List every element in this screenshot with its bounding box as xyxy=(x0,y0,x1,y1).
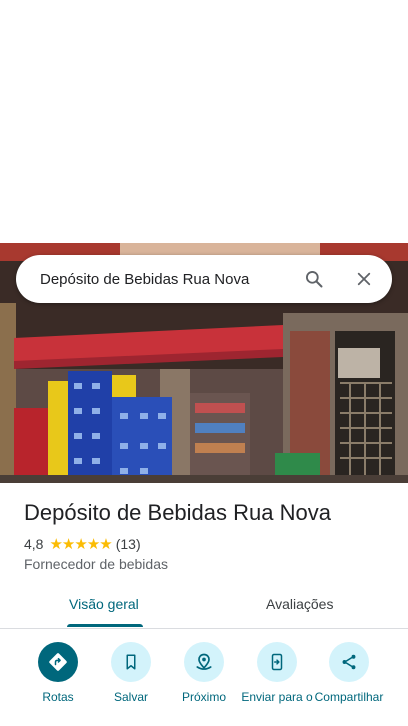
map-blank-area xyxy=(0,0,408,243)
search-input[interactable]: Depósito de Bebidas Rua Nova xyxy=(40,271,302,288)
bookmark-icon xyxy=(111,642,151,682)
search-bar[interactable]: Depósito de Bebidas Rua Nova xyxy=(16,255,392,303)
star-icon: ★ xyxy=(49,535,62,553)
rating-row[interactable]: 4,8 ★ ★ ★ ★ ★ (13) xyxy=(24,536,141,552)
star-rating: ★ ★ ★ ★ ★ xyxy=(49,535,112,553)
star-icon: ★ xyxy=(74,535,87,553)
share-label: Compartilhar xyxy=(314,690,384,704)
send-to-phone-label: Enviar para o xyxy=(241,690,313,704)
save-label: Salvar xyxy=(113,690,148,704)
tab-indicator xyxy=(67,624,143,627)
action-bar: Rotas Salvar Próximo Enviar para o Compa… xyxy=(0,642,408,726)
tab-reviews[interactable]: Avaliações xyxy=(266,596,333,612)
star-icon: ★ xyxy=(99,535,112,553)
send-to-phone-button[interactable]: Enviar para o xyxy=(239,642,315,704)
send-to-phone-icon xyxy=(257,642,297,682)
review-count: (13) xyxy=(115,536,141,552)
star-icon: ★ xyxy=(61,535,75,553)
search-icon[interactable] xyxy=(302,267,326,291)
nearby-icon xyxy=(184,642,224,682)
rating-value: 4,8 xyxy=(24,536,44,552)
share-button[interactable]: Compartilhar xyxy=(311,642,387,704)
place-tabs: Visão geral Avaliações xyxy=(0,584,408,629)
nearby-label: Próximo xyxy=(181,690,226,704)
tab-overview[interactable]: Visão geral xyxy=(69,596,139,612)
directions-label: Rotas xyxy=(42,690,74,704)
place-title: Depósito de Bebidas Rua Nova xyxy=(24,500,331,525)
directions-button[interactable]: Rotas xyxy=(20,642,96,704)
directions-icon xyxy=(38,642,78,682)
close-icon[interactable] xyxy=(352,267,376,291)
save-button[interactable]: Salvar xyxy=(93,642,169,704)
share-icon xyxy=(329,642,369,682)
nearby-button[interactable]: Próximo xyxy=(166,642,242,704)
place-category: Fornecedor de bebidas xyxy=(24,556,168,572)
star-icon: ★ xyxy=(86,535,100,553)
